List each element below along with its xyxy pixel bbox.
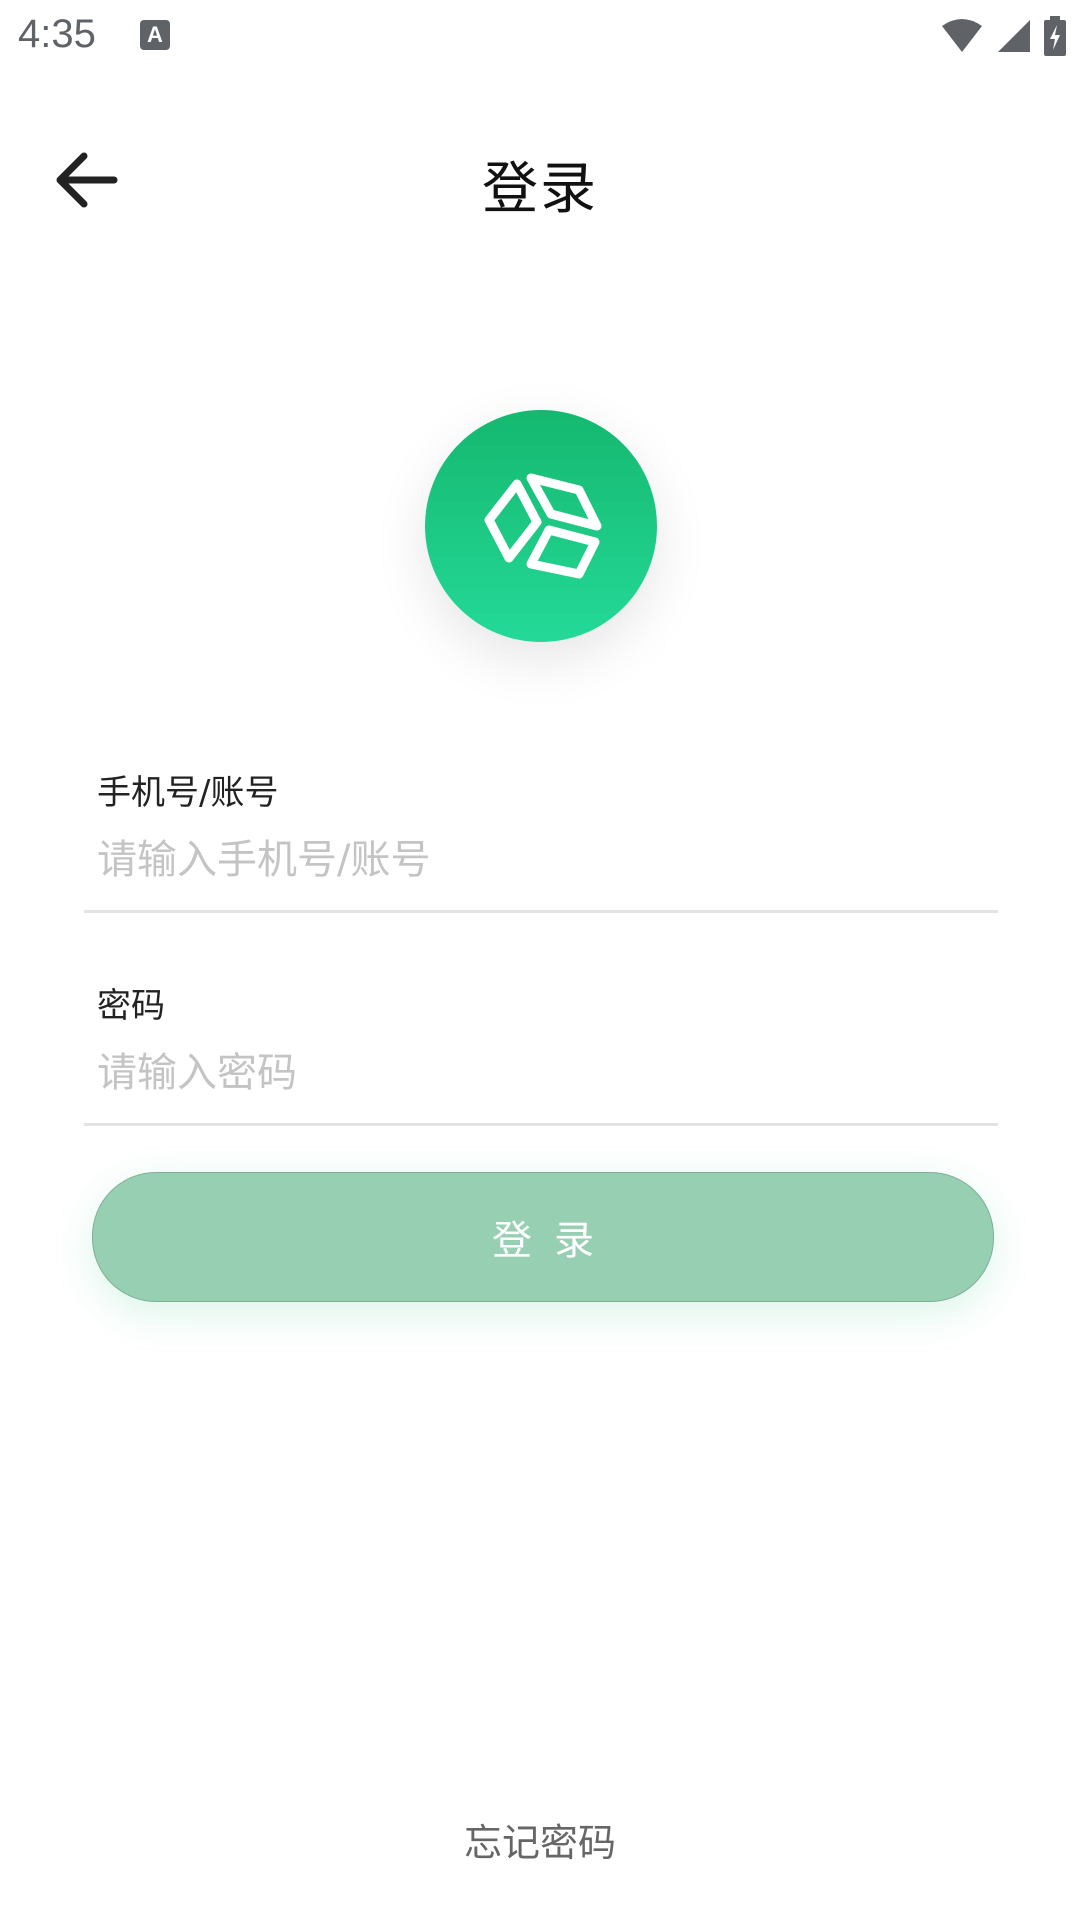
app-logo (425, 410, 657, 642)
page-title: 登录 (482, 157, 598, 222)
password-field-group: 密码 (84, 978, 998, 1128)
status-bar: 4:35 A (0, 0, 1080, 75)
signal-icon (998, 20, 1030, 52)
account-label: 手机号/账号 (97, 773, 279, 813)
status-time: 4:35 (18, 12, 96, 56)
password-underline (84, 1123, 998, 1126)
cube-icon (484, 473, 602, 579)
login-button[interactable]: 登录 (92, 1172, 994, 1302)
account-underline (84, 910, 998, 913)
account-input[interactable] (97, 825, 977, 895)
password-label: 密码 (97, 986, 165, 1026)
account-field-group: 手机号/账号 (84, 765, 998, 915)
battery-charging-icon (1044, 16, 1066, 56)
notification-icon: A (140, 20, 170, 50)
login-button-label: 登录 (492, 1218, 616, 1264)
forgot-password-link[interactable]: 忘记密码 (0, 1812, 1080, 1867)
password-input[interactable] (97, 1038, 977, 1108)
status-icons (940, 14, 1066, 58)
login-screen: 4:35 A 登录 手机号/账号 请输入手机号/账号 密码 登录 忘记密码 (0, 0, 1080, 1920)
wifi-icon (942, 19, 982, 52)
app-bar: 登录 (0, 100, 1080, 260)
